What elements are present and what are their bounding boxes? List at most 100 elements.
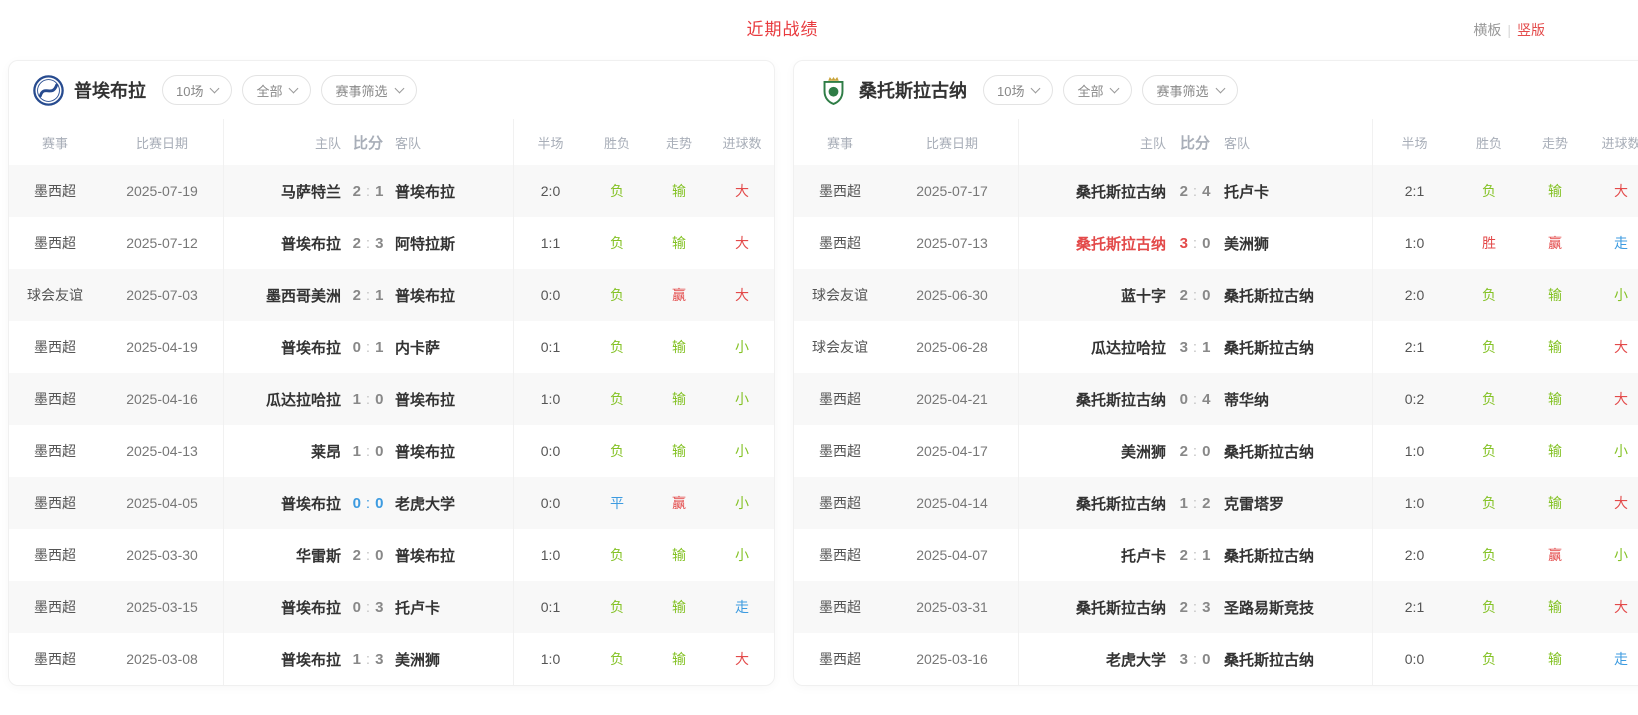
league-cell: 墨西超 [794,165,886,217]
table-row[interactable]: 墨西超 2025-03-30 华雷斯 2:0 普埃布拉 1:0 负 输 小 [9,529,774,581]
home-team-cell: 瓜达拉哈拉 [1018,321,1166,373]
trend-cell: 输 [647,581,711,633]
table-row[interactable]: 墨西超 2025-07-12 普埃布拉 2:3 阿特拉斯 1:1 负 输 大 [9,217,774,269]
date-cell: 2025-07-03 [101,269,223,321]
score-colon: : [366,599,370,616]
table-row[interactable]: 球会友谊 2025-06-30 蓝十字 2:0 桑托斯拉古纳 2:0 负 输 小 [794,269,1638,321]
col-header-halftime: 半场 [1372,119,1456,165]
away-team-cell: 美洲狮 [1224,217,1372,269]
col-header-date: 比赛日期 [886,119,1018,165]
date-cell: 2025-04-07 [886,529,1018,581]
league-cell: 墨西超 [9,217,101,269]
goals-cell: 小 [711,425,773,477]
event-filter-dropdown[interactable]: 赛事筛选 [321,75,416,105]
trend-cell: 输 [647,633,711,685]
score-colon: : [1193,495,1197,512]
score-cell: 2:1 [1166,529,1224,581]
league-cell: 墨西超 [794,373,886,425]
scope-dropdown[interactable]: 全部 [242,75,311,105]
table-row[interactable]: 墨西超 2025-04-07 托卢卡 2:1 桑托斯拉古纳 2:0 负 赢 小 [794,529,1638,581]
table-row[interactable]: 墨西超 2025-04-19 普埃布拉 0:1 内卡萨 0:1 负 输 小 [9,321,774,373]
table-row[interactable]: 墨西超 2025-04-14 桑托斯拉古纳 1:2 克雷塔罗 1:0 负 输 大 [794,477,1638,529]
col-header-trend: 走势 [1522,119,1588,165]
league-cell: 球会友谊 [794,321,886,373]
col-header-result: 胜负 [1456,119,1522,165]
date-cell: 2025-07-19 [101,165,223,217]
match-rows: 墨西超 2025-07-19 马萨特兰 2:1 普埃布拉 2:0 负 输 大 墨… [9,165,774,685]
away-team-cell: 圣路易斯竞技 [1224,581,1372,633]
table-row[interactable]: 墨西超 2025-04-16 瓜达拉哈拉 1:0 普埃布拉 1:0 负 输 小 [9,373,774,425]
score-colon: : [366,391,370,408]
col-header-score: 比分 [1166,119,1224,165]
table-row[interactable]: 墨西超 2025-07-13 桑托斯拉古纳 3:0 美洲狮 1:0 胜 赢 走 [794,217,1638,269]
table-row[interactable]: 墨西超 2025-04-17 美洲狮 2:0 桑托斯拉古纳 1:0 负 输 小 [794,425,1638,477]
score-cell: 2:3 [341,217,395,269]
away-team-cell: 托卢卡 [1224,165,1372,217]
table-row[interactable]: 墨西超 2025-04-21 桑托斯拉古纳 0:4 蒂华纳 0:2 负 输 大 [794,373,1638,425]
date-cell: 2025-04-13 [101,425,223,477]
score-cell: 3:1 [1166,321,1224,373]
table-row[interactable]: 墨西超 2025-03-31 桑托斯拉古纳 2:3 圣路易斯竞技 2:1 负 输… [794,581,1638,633]
table-row[interactable]: 墨西超 2025-04-05 普埃布拉 0:0 老虎大学 0:0 平 赢 小 [9,477,774,529]
trend-cell: 输 [647,529,711,581]
col-header-goals: 进球数 [711,119,773,165]
trend-cell: 输 [647,373,711,425]
score-cell: 2:0 [1166,425,1224,477]
match-count-dropdown[interactable]: 10场 [162,75,232,105]
league-cell: 墨西超 [794,633,886,685]
table-row[interactable]: 球会友谊 2025-06-28 瓜达拉哈拉 3:1 桑托斯拉古纳 2:1 负 输… [794,321,1638,373]
score-cell: 2:1 [341,269,395,321]
table-row[interactable]: 墨西超 2025-03-15 普埃布拉 0:3 托卢卡 0:1 负 输 走 [9,581,774,633]
result-cell: 负 [587,269,647,321]
date-cell: 2025-03-31 [886,581,1018,633]
halftime-cell: 1:0 [513,529,587,581]
goals-cell: 大 [1588,373,1638,425]
halftime-cell: 2:0 [1372,529,1456,581]
score-cell: 1:2 [1166,477,1224,529]
col-header-result: 胜负 [587,119,647,165]
layout-toggle-divider: | [1507,22,1511,38]
away-team-cell: 蒂华纳 [1224,373,1372,425]
trend-cell: 输 [1522,373,1588,425]
team-logo-santos-icon [818,75,849,106]
trend-cell: 赢 [647,477,711,529]
table-row[interactable]: 球会友谊 2025-07-03 墨西哥美洲 2:1 普埃布拉 0:0 负 赢 大 [9,269,774,321]
league-cell: 墨西超 [794,581,886,633]
halftime-cell: 1:1 [513,217,587,269]
home-team-cell: 桑托斯拉古纳 [1018,217,1166,269]
away-team-cell: 普埃布拉 [395,529,513,581]
table-row[interactable]: 墨西超 2025-04-13 莱昂 1:0 普埃布拉 0:0 负 输 小 [9,425,774,477]
result-cell: 负 [1456,321,1522,373]
goals-cell: 大 [711,217,773,269]
halftime-cell: 1:0 [1372,425,1456,477]
away-team-cell: 普埃布拉 [395,165,513,217]
date-cell: 2025-07-12 [101,217,223,269]
halftime-cell: 2:1 [1372,581,1456,633]
table-row[interactable]: 墨西超 2025-07-19 马萨特兰 2:1 普埃布拉 2:0 负 输 大 [9,165,774,217]
goals-cell: 走 [1588,633,1638,685]
table-row[interactable]: 墨西超 2025-03-08 普埃布拉 1:3 美洲狮 1:0 负 输 大 [9,633,774,685]
score-colon: : [366,339,370,356]
league-cell: 墨西超 [9,373,101,425]
scope-dropdown[interactable]: 全部 [1063,75,1132,105]
home-team-cell: 普埃布拉 [223,633,341,685]
col-header-halftime: 半场 [513,119,587,165]
table-row[interactable]: 墨西超 2025-03-16 老虎大学 3:0 桑托斯拉古纳 0:0 负 输 走 [794,633,1638,685]
chevron-down-icon [394,83,404,93]
score-cell: 2:4 [1166,165,1224,217]
table-row[interactable]: 墨西超 2025-07-17 桑托斯拉古纳 2:4 托卢卡 2:1 负 输 大 [794,165,1638,217]
halftime-cell: 1:0 [513,633,587,685]
trend-cell: 输 [1522,269,1588,321]
trend-cell: 输 [647,425,711,477]
col-header-league: 赛事 [794,119,886,165]
trend-cell: 输 [647,217,711,269]
layout-vertical-link[interactable]: 竖版 [1517,22,1545,38]
date-cell: 2025-06-28 [886,321,1018,373]
chevron-down-icon [289,83,299,93]
halftime-cell: 2:0 [1372,269,1456,321]
event-filter-dropdown[interactable]: 赛事筛选 [1142,75,1237,105]
layout-horizontal-link[interactable]: 横板 [1473,22,1501,38]
score-colon: : [1193,183,1197,200]
match-count-dropdown[interactable]: 10场 [983,75,1053,105]
result-cell: 负 [1456,165,1522,217]
